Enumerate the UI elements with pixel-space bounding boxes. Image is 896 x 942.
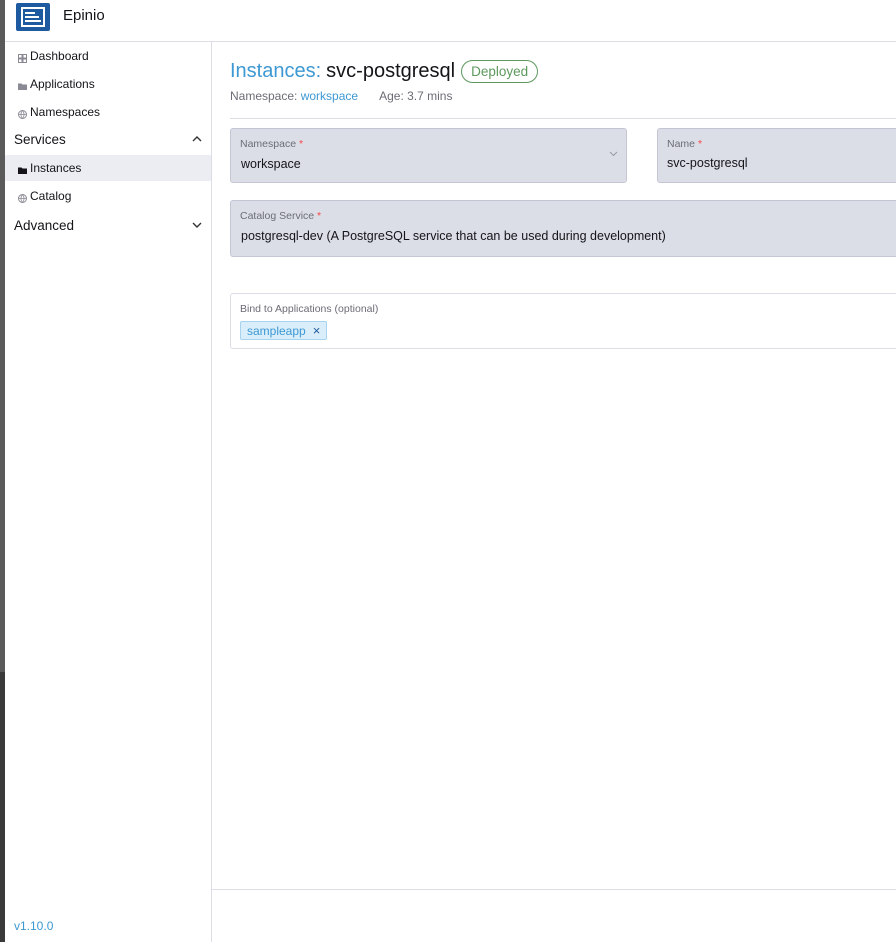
- instances-breadcrumb-link[interactable]: Instances:: [230, 60, 321, 83]
- name-input-value: svc-postgresql: [667, 156, 748, 170]
- globe-icon: [18, 108, 27, 119]
- sidebar-item-dashboard[interactable]: Dashboard: [5, 43, 211, 69]
- footer-divider: [212, 889, 896, 890]
- age-label: Age:: [379, 89, 404, 103]
- chevron-up-icon: [192, 133, 202, 145]
- sidebar: Dashboard Applications Namespaces Servic…: [5, 42, 212, 942]
- globe-icon: [18, 192, 27, 203]
- catalog-service-value: postgresql-dev (A PostgreSQL service tha…: [241, 229, 666, 243]
- namespace-label: Namespace:: [230, 89, 298, 103]
- remove-tag-icon[interactable]: ×: [313, 323, 321, 338]
- age-value: 3.7 mins: [407, 89, 453, 103]
- dashboard-icon: [18, 52, 27, 63]
- page-subtitle: Namespace: workspace Age: 3.7 mins: [230, 89, 452, 103]
- app-tag-label: sampleapp: [247, 323, 306, 338]
- sidebar-item-label: Applications: [30, 77, 95, 91]
- namespace-select-value: workspace: [241, 157, 301, 171]
- group-label: Services: [14, 131, 66, 147]
- sidebar-item-label: Catalog: [30, 189, 72, 203]
- sidebar-item-label: Dashboard: [30, 49, 89, 63]
- name-field[interactable]: Name * svc-postgresql: [657, 128, 896, 183]
- namespace-link[interactable]: workspace: [301, 89, 358, 103]
- folder-icon: [18, 80, 27, 90]
- sidebar-item-label: Namespaces: [30, 105, 101, 119]
- folder-icon: [18, 164, 27, 174]
- epinio-logo[interactable]: [16, 3, 50, 31]
- name-field-label: Name *: [667, 138, 703, 150]
- instance-name: svc-postgresql: [326, 60, 456, 82]
- chevron-down-icon: [192, 219, 202, 231]
- sidebar-item-applications[interactable]: Applications: [5, 71, 211, 97]
- page-title: Instances: svc-postgresql Deployed: [230, 60, 539, 83]
- catalog-service-select[interactable]: Catalog Service * postgresql-dev (A Post…: [230, 200, 896, 257]
- chevron-down-icon: [609, 149, 618, 160]
- sidebar-item-instances[interactable]: Instances: [5, 155, 211, 181]
- catalog-service-label: Catalog Service *: [240, 210, 322, 222]
- main-content: Instances: svc-postgresql Deployed Names…: [212, 42, 896, 942]
- top-header: Epinio: [5, 0, 896, 42]
- sidebar-group-advanced[interactable]: Advanced: [5, 212, 211, 238]
- bind-applications-select[interactable]: Bind to Applications (optional) sampleap…: [230, 293, 896, 349]
- sidebar-group-services[interactable]: Services: [5, 126, 211, 152]
- sidebar-item-catalog[interactable]: Catalog: [5, 183, 211, 209]
- status-badge: Deployed: [461, 60, 539, 83]
- group-label: Advanced: [14, 217, 75, 233]
- namespace-select[interactable]: Namespace * workspace: [230, 128, 627, 183]
- divider: [230, 118, 896, 119]
- app-tag: sampleapp ×: [240, 321, 328, 340]
- sidebar-item-namespaces[interactable]: Namespaces: [5, 99, 211, 125]
- sidebar-item-label: Instances: [30, 161, 82, 175]
- namespace-field-label: Namespace *: [240, 138, 304, 150]
- app-name: Epinio: [63, 7, 105, 24]
- version-link[interactable]: v1.10.0: [14, 919, 53, 933]
- bind-applications-label: Bind to Applications (optional): [240, 303, 379, 315]
